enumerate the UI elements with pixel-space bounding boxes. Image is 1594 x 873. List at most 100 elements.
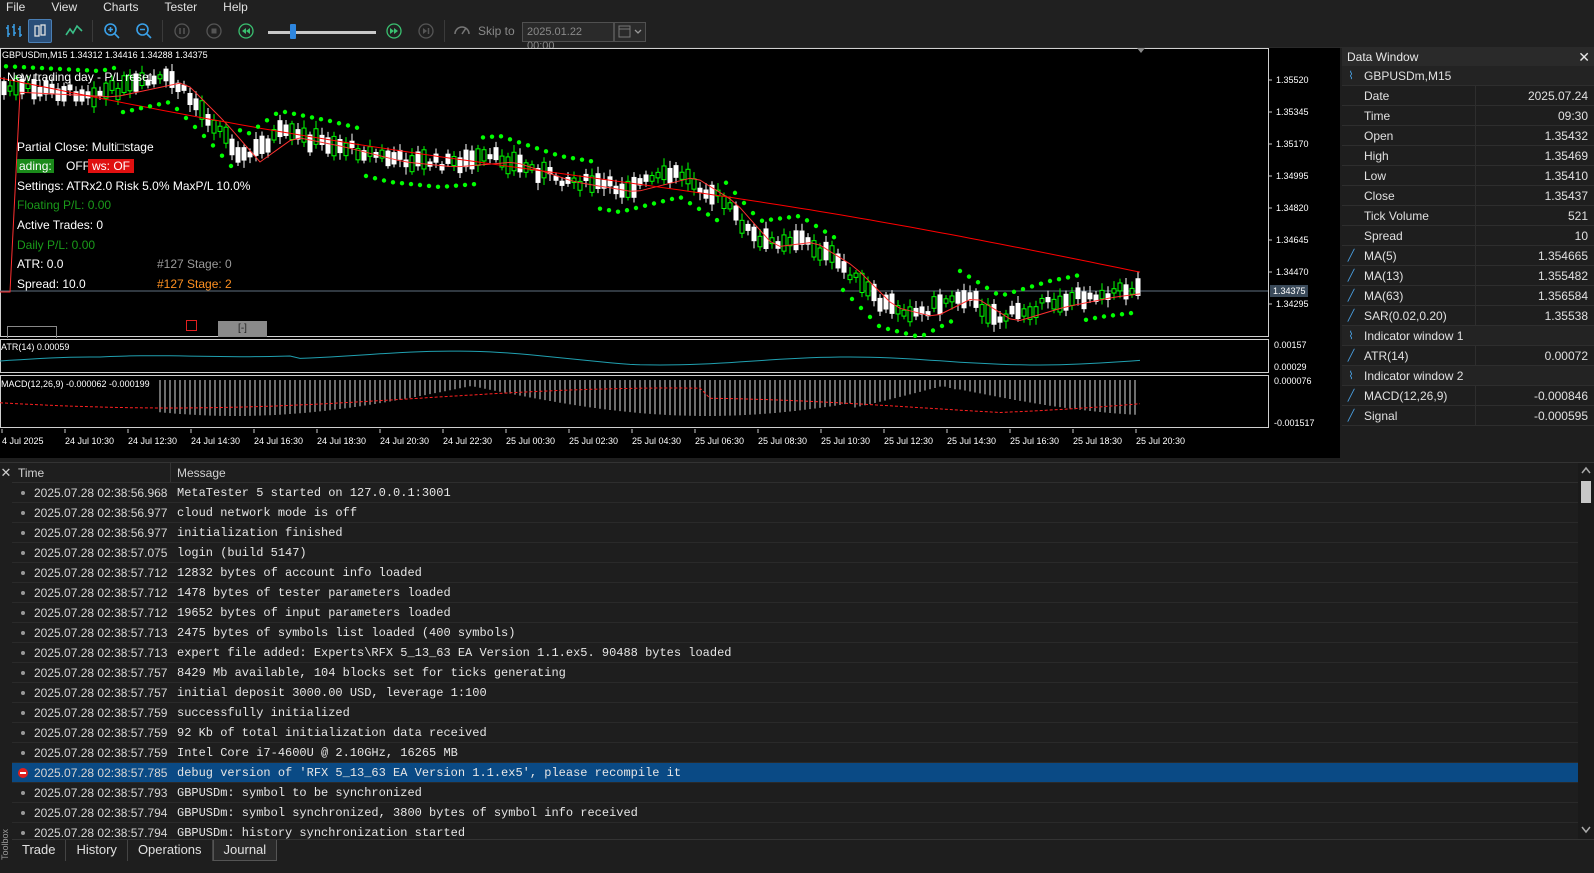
journal-message: login (build 5147) xyxy=(177,546,307,560)
minimize-panel-button[interactable]: [-] xyxy=(218,321,267,337)
zoom-out-icon[interactable] xyxy=(132,19,156,43)
close-square-icon[interactable] xyxy=(186,320,197,331)
scroll-down-icon[interactable] xyxy=(1578,823,1594,837)
column-header-message[interactable]: Message xyxy=(171,463,1578,482)
candle-body xyxy=(625,180,631,198)
data-window-row: Spread 10 xyxy=(1342,226,1594,246)
journal-row[interactable]: 2025.07.28 02:38:57.794 GBPUSDm: history … xyxy=(12,823,1578,839)
close-toolbox-icon[interactable]: ✕ xyxy=(0,466,12,479)
speed-slider-thumb[interactable] xyxy=(290,24,296,39)
journal-row[interactable]: 2025.07.28 02:38:57.712 19652 bytes of in… xyxy=(12,603,1578,623)
error-icon xyxy=(12,763,34,782)
row-spacer xyxy=(1342,126,1360,145)
sar-dot xyxy=(363,173,369,179)
sar-dot xyxy=(615,209,621,214)
journal-time: 2025.07.28 02:38:57.757 xyxy=(34,666,168,680)
column-header-time[interactable]: Time xyxy=(12,463,171,482)
skip-end-icon[interactable] xyxy=(414,19,438,43)
sar-dot xyxy=(201,133,207,139)
rewind-icon[interactable] xyxy=(234,19,258,43)
candle-body xyxy=(1015,302,1021,320)
indicator-icon: ╱ xyxy=(1347,350,1355,362)
bar-chart-icon[interactable] xyxy=(2,19,26,43)
data-window: Data Window ✕ ⌇ GBPUSDm,M15 Date 2025.07.… xyxy=(1342,48,1594,458)
candle-chart-icon[interactable] xyxy=(28,19,52,43)
stop-icon[interactable] xyxy=(202,19,226,43)
trading-label: ading: xyxy=(17,159,54,173)
candle-body xyxy=(421,149,427,170)
journal-row[interactable]: 2025.07.28 02:38:57.712 12832 bytes of ac… xyxy=(12,563,1578,583)
scroll-up-icon[interactable] xyxy=(1578,463,1594,477)
journal-row[interactable]: 2025.07.28 02:38:57.759 Intel Core i7-460… xyxy=(12,743,1578,763)
journal-row[interactable]: 2025.07.28 02:38:57.713 expert file added… xyxy=(12,643,1578,663)
journal-row[interactable]: 2025.07.28 02:38:56.977 cloud network mod… xyxy=(12,503,1578,523)
price-chart[interactable]: 1.35520 1.35345 1.35170 1.34995 1.34820 1.346… xyxy=(0,48,1340,458)
tab-journal[interactable]: Journal xyxy=(212,840,278,861)
journal-row[interactable]: 2025.07.28 02:38:57.759 successfully init… xyxy=(12,703,1578,723)
journal-row[interactable]: 2025.07.28 02:38:57.713 2475 bytes of sym… xyxy=(12,623,1578,643)
stage-2-label: #127 Stage: 2 xyxy=(157,277,232,291)
menu-tester[interactable]: Tester xyxy=(158,0,205,14)
scrollbar-thumb[interactable] xyxy=(1581,481,1591,503)
candle-body xyxy=(511,151,517,172)
candle-body xyxy=(673,165,679,178)
macd-tick-label: -0.001517 xyxy=(1274,418,1315,428)
journal-time: 2025.07.28 02:38:57.712 xyxy=(34,566,168,580)
journal-time: 2025.07.28 02:38:57.794 xyxy=(34,826,168,839)
line-chart-icon[interactable] xyxy=(62,19,86,43)
sar-dot xyxy=(327,118,333,124)
journal-row[interactable]: 2025.07.28 02:38:57.793 GBPUSDm: symbol t… xyxy=(12,783,1578,803)
journal-row[interactable]: 2025.07.28 02:38:57.794 GBPUSDm: symbol s… xyxy=(12,803,1578,823)
skip-to-date-field[interactable]: 2025.01.22 00:00 xyxy=(522,22,614,52)
journal-row[interactable]: 2025.07.28 02:38:56.968 MetaTester 5 star… xyxy=(12,483,1578,503)
sar-dot xyxy=(219,153,225,158)
indicator-icon: ╱ xyxy=(1347,270,1355,282)
sar-dot xyxy=(903,331,909,336)
chart-header: GBPUSDm,M15 1.34312 1.34416 1.34288 1.34… xyxy=(2,50,208,60)
journal-log[interactable]: 2025.07.28 02:38:56.968 MetaTester 5 star… xyxy=(12,483,1578,839)
tab-operations[interactable]: Operations xyxy=(128,840,213,861)
pause-icon[interactable] xyxy=(170,19,194,43)
candle-body xyxy=(757,235,763,248)
candle-body xyxy=(367,146,373,157)
menu-help[interactable]: Help xyxy=(217,0,256,14)
journal-row[interactable]: 2025.07.28 02:38:57.757 initial deposit 3… xyxy=(12,683,1578,703)
sar-dot xyxy=(804,218,810,223)
speed-slider-track[interactable] xyxy=(268,31,376,34)
time-tick-label: 25 Jul 12:30 xyxy=(884,436,933,446)
sar-dot xyxy=(660,199,666,204)
menu-file[interactable]: File xyxy=(0,0,33,14)
sar-dot xyxy=(1128,310,1134,316)
current-price-label: 1.34375 xyxy=(1273,286,1306,296)
atr-header: ATR(14) 0.00059 xyxy=(1,342,70,352)
time-tick-label: 25 Jul 16:30 xyxy=(1010,436,1059,446)
journal-row[interactable]: 2025.07.28 02:38:57.757 8429 Mb available… xyxy=(12,663,1578,683)
sar-dot xyxy=(210,143,216,148)
close-icon[interactable]: ✕ xyxy=(1578,49,1590,66)
candle-body xyxy=(181,84,187,91)
zoom-in-icon[interactable] xyxy=(100,19,124,43)
chart-canvas[interactable]: 1.35520 1.35345 1.35170 1.34995 1.34820 1.346… xyxy=(0,48,1340,458)
collapse-panel[interactable] xyxy=(7,326,57,338)
journal-row[interactable]: 2025.07.28 02:38:57.759 92 Kb of total in… xyxy=(12,723,1578,743)
fast-forward-icon[interactable] xyxy=(382,19,406,43)
menu-view[interactable]: View xyxy=(45,0,85,14)
journal-row-selected[interactable]: 2025.07.28 02:38:57.785 debug version of … xyxy=(12,763,1578,783)
tab-trade[interactable]: Trade xyxy=(12,840,67,861)
spread-readout: Spread: 10.0 xyxy=(17,277,86,291)
journal-row[interactable]: 2025.07.28 02:38:56.977 initialization fi… xyxy=(12,523,1578,543)
calendar-dropdown[interactable] xyxy=(614,22,646,42)
journal-row[interactable]: 2025.07.28 02:38:57.712 1478 bytes of tes… xyxy=(12,583,1578,603)
menu-charts[interactable]: Charts xyxy=(97,0,146,14)
candle-body xyxy=(991,303,997,325)
candle-body xyxy=(931,296,937,309)
candle-body xyxy=(67,84,73,91)
tab-history[interactable]: History xyxy=(66,840,128,861)
journal-row[interactable]: 2025.07.28 02:38:57.075 login (build 5147… xyxy=(12,543,1578,563)
toolbox-tabs: Trade History Operations Journal xyxy=(12,839,1594,861)
candle-body xyxy=(403,159,409,168)
sar-dot xyxy=(462,182,468,188)
journal-time: 2025.07.28 02:38:57.759 xyxy=(34,726,168,740)
skip-to-icon[interactable] xyxy=(450,19,474,43)
journal-scrollbar[interactable] xyxy=(1578,463,1594,839)
